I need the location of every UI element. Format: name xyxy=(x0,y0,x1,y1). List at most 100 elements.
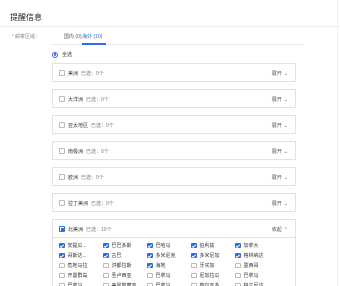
region-selected-count: 已选：0个 xyxy=(91,201,114,207)
country-label: 特立尼达 xyxy=(243,283,264,286)
country-checkbox[interactable] xyxy=(59,252,65,259)
tab-overseas[interactable]: 海外 (10) xyxy=(82,33,102,40)
country-option[interactable]: 危地马拉 xyxy=(59,262,88,269)
country-checkbox[interactable] xyxy=(235,262,241,269)
region-selected-count: 已选：0个 xyxy=(91,123,114,129)
country-checkbox[interactable] xyxy=(103,262,109,269)
country-checkbox[interactable] xyxy=(103,252,109,259)
country-checkbox[interactable] xyxy=(103,272,109,279)
country-label: 多米尼加 xyxy=(199,253,220,259)
country-option[interactable]: 多米尼克 xyxy=(147,252,176,259)
region-expand-toggle[interactable]: 展开 ⌄ xyxy=(272,70,288,77)
country-checkbox[interactable] xyxy=(235,252,241,259)
country-checkbox[interactable] xyxy=(147,252,153,259)
tab-active-indicator xyxy=(82,43,106,45)
country-checkbox[interactable] xyxy=(191,242,197,249)
country-checkbox[interactable] xyxy=(235,272,241,279)
country-option[interactable]: 牙买加 xyxy=(191,262,215,269)
country-label: 格林纳达 xyxy=(243,253,264,259)
region-expand-toggle[interactable]: 展开 ⌄ xyxy=(272,200,288,207)
region-expand-toggle[interactable]: 展开 ⌄ xyxy=(272,174,288,181)
country-option[interactable]: 巴哈马 xyxy=(147,242,171,249)
country-option[interactable]: 美属萨摩亚 xyxy=(103,282,137,286)
country-label: 哥斯达... xyxy=(67,253,87,259)
country-option[interactable]: 开曼群岛 xyxy=(59,272,88,279)
country-option[interactable]: 海地 xyxy=(147,262,166,269)
country-option[interactable]: 古巴 xyxy=(103,252,122,259)
country-option[interactable]: 巴拿马 xyxy=(235,272,259,279)
country-checkbox[interactable] xyxy=(147,242,153,249)
country-checkbox[interactable] xyxy=(191,272,197,279)
country-option[interactable]: 巴巴多斯 xyxy=(103,242,132,249)
country-option[interactable]: 尼加拉瓜 xyxy=(191,272,220,279)
region-checkbox[interactable] xyxy=(59,122,65,128)
region-checkbox[interactable] xyxy=(59,70,65,76)
region-checkbox[interactable] xyxy=(59,96,65,102)
country-label: 巴拿马 xyxy=(155,273,171,279)
country-checkbox[interactable] xyxy=(235,242,241,249)
tab-domestic[interactable]: 国内 (0) xyxy=(64,33,82,40)
country-checkbox[interactable] xyxy=(59,262,65,269)
country-option[interactable]: 安提瓜... xyxy=(59,242,87,249)
country-option[interactable]: 加拿大 xyxy=(235,242,259,249)
country-checkbox[interactable] xyxy=(59,242,65,249)
country-checkbox[interactable] xyxy=(59,272,65,279)
country-label: 巴哈马 xyxy=(155,243,171,249)
region-panel-oceania[interactable]: 大洋洲 已选：0个 展开 ⌄ xyxy=(52,89,296,108)
chevron-down-icon: ⌄ xyxy=(283,201,288,207)
chevron-down-icon: ⌄ xyxy=(283,97,288,103)
select-all-radio[interactable] xyxy=(52,51,58,58)
country-option[interactable]: 特立尼达 xyxy=(235,282,264,286)
region-panel-europe[interactable]: 欧洲 已选：0个 展开 ⌄ xyxy=(52,167,296,186)
country-checkbox[interactable] xyxy=(103,242,109,249)
country-option[interactable]: 格林纳达 xyxy=(235,252,264,259)
field-label: *邮寄区域： xyxy=(12,33,40,40)
select-all-label: 全选 xyxy=(62,52,73,58)
chevron-down-icon: ⌄ xyxy=(283,175,288,181)
region-name: 大洋洲 已选：0个 xyxy=(68,97,109,103)
select-all[interactable]: 全选 xyxy=(52,51,72,58)
country-label: 开曼群岛 xyxy=(67,273,88,279)
right-edge-line xyxy=(337,0,338,286)
country-label: 墨西哥 xyxy=(243,263,259,269)
country-option[interactable]: 巴拿马 xyxy=(147,272,171,279)
country-checkbox[interactable] xyxy=(147,262,153,269)
country-option[interactable]: 哥斯达... xyxy=(59,252,87,259)
country-label: 海地 xyxy=(155,263,166,269)
country-option[interactable]: 巴拿马 xyxy=(147,282,171,286)
region-expand-toggle[interactable]: 展开 ⌄ xyxy=(272,148,288,155)
country-checkbox[interactable] xyxy=(147,272,153,279)
region-panel-latin-america[interactable]: 拉丁美洲 已选：0个 展开 ⌄ xyxy=(52,193,296,212)
region-selected-count: 已选：0个 xyxy=(86,149,109,155)
country-option[interactable]: 洪都拉斯 xyxy=(103,262,132,269)
country-option[interactable]: 巴拿马 xyxy=(59,282,83,286)
region-checkbox[interactable] xyxy=(59,174,65,180)
country-option[interactable]: 萨尔瓦多 xyxy=(191,282,220,286)
region-panel-americas[interactable]: 美洲 已选：0个 展开 ⌄ xyxy=(52,63,296,82)
country-label: 美属萨摩亚 xyxy=(111,283,137,286)
country-checkbox[interactable] xyxy=(191,252,197,259)
region-expand-toggle[interactable]: 展开 ⌄ xyxy=(272,122,288,129)
country-label: 洪都拉斯 xyxy=(111,263,132,269)
region-panel-north-america[interactable]: 北美洲 已选：10个 收起 ⌃ xyxy=(52,219,296,238)
region-checkbox[interactable] xyxy=(59,226,65,232)
region-selected-count: 已选：0个 xyxy=(86,97,109,103)
region-selected-count: 已选：0个 xyxy=(81,175,104,181)
region-panel-asia-pacific[interactable]: 亚太地区 已选：0个 展开 ⌄ xyxy=(52,115,296,134)
region-checkbox[interactable] xyxy=(59,200,65,206)
country-option[interactable]: 墨西哥 xyxy=(235,262,259,269)
region-selected-count: 已选：0个 xyxy=(81,71,104,77)
region-panel-antarctica[interactable]: 南极洲 已选：0个 展开 ⌄ xyxy=(52,141,296,160)
region-checkbox[interactable] xyxy=(59,148,65,154)
country-checkbox[interactable] xyxy=(191,262,197,269)
country-option[interactable]: 圣卢西亚 xyxy=(103,272,132,279)
region-name: 北美洲 已选：10个 xyxy=(68,227,112,233)
country-option[interactable]: 多米尼加 xyxy=(191,252,220,259)
region-expand-toggle[interactable]: 展开 ⌄ xyxy=(272,96,288,103)
country-option[interactable]: 伯利兹 xyxy=(191,242,215,249)
chevron-down-icon: ⌄ xyxy=(283,71,288,77)
region-name: 南极洲 已选：0个 xyxy=(68,149,109,155)
region-collapse-toggle[interactable]: 收起 ⌃ xyxy=(272,226,288,233)
field-label-text: 邮寄区域： xyxy=(14,34,40,40)
region-name: 亚太地区 已选：0个 xyxy=(68,123,114,129)
